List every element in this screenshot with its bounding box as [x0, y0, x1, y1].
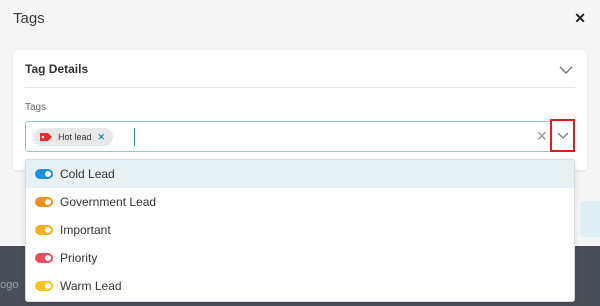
tag-icon [40, 133, 52, 141]
option-important[interactable]: Important [26, 216, 574, 244]
clear-icon[interactable]: ✕ [536, 128, 548, 145]
option-cold-lead[interactable]: Cold Lead [26, 160, 574, 188]
option-priority[interactable]: Priority [26, 244, 574, 272]
chip-label: Hot lead [58, 132, 92, 142]
tag-details-header[interactable]: Tag Details [25, 62, 575, 88]
option-label: Warm Lead [60, 279, 122, 293]
option-label: Important [60, 223, 111, 237]
text-caret [134, 128, 135, 146]
toggle-icon [35, 225, 53, 235]
option-label: Government Lead [60, 195, 157, 209]
chevron-down-icon[interactable] [559, 62, 573, 80]
toggle-icon [35, 281, 53, 291]
tags-input[interactable]: Hot lead ✕ ✕ [25, 121, 574, 152]
selected-tag-chip: Hot lead ✕ [34, 128, 114, 146]
toggle-icon [35, 169, 53, 179]
option-warm-lead[interactable]: Warm Lead [26, 272, 574, 300]
toggle-icon [35, 197, 53, 207]
chevron-down-icon [556, 131, 569, 139]
tag-options-dropdown: Cold Lead Government Lead Important Prio… [25, 159, 575, 302]
option-government-lead[interactable]: Government Lead [26, 188, 574, 216]
tags-field-label: Tags [25, 102, 47, 113]
chip-remove-icon[interactable]: ✕ [98, 132, 106, 143]
card-title: Tag Details [25, 62, 89, 76]
background-partial-text: Logo [0, 279, 19, 291]
toggle-icon [35, 253, 53, 263]
close-button[interactable]: ✕ [574, 10, 586, 27]
option-label: Priority [60, 251, 98, 265]
option-label: Cold Lead [60, 167, 115, 181]
modal-title: Tags [13, 10, 45, 27]
tag-details-card: Tag Details Tags Hot lead ✕ ✕ [13, 50, 587, 170]
dropdown-toggle-button[interactable] [550, 119, 575, 152]
background-side-panel [580, 201, 600, 237]
